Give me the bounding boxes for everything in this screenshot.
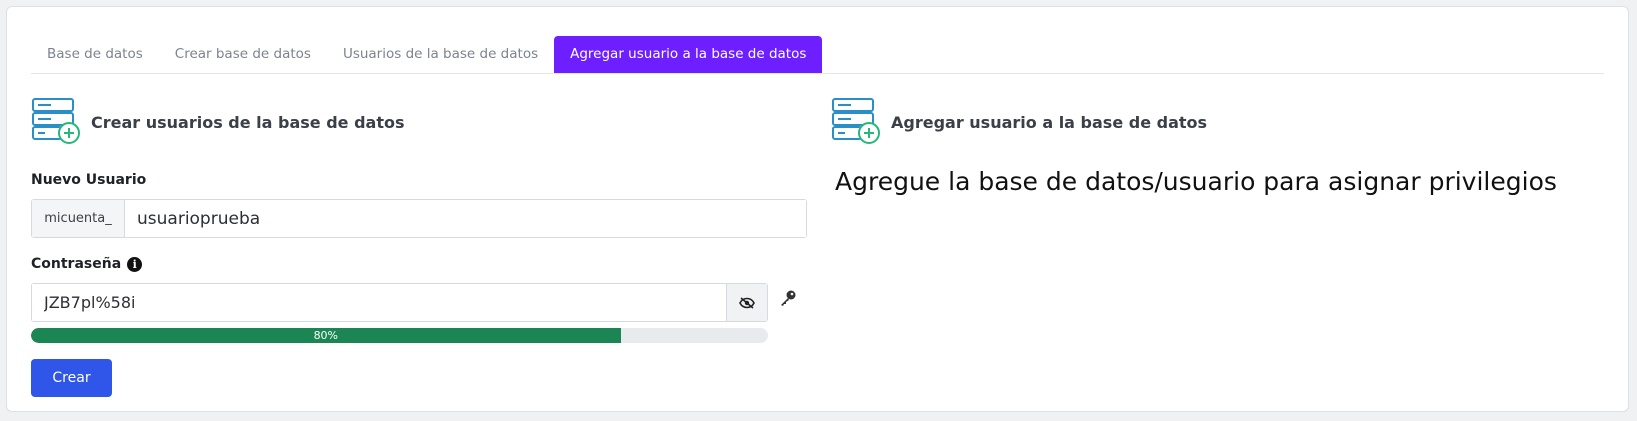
tab-agregar-usuario[interactable]: Agregar usuario a la base de datos [554, 36, 823, 73]
create-button[interactable]: Crear [31, 359, 112, 397]
create-user-section: Crear usuarios de la base de datos Nuevo… [31, 95, 813, 397]
section-title: Crear usuarios de la base de datos [91, 112, 405, 132]
add-user-section: Agregar usuario a la base de datos Agreg… [831, 95, 1613, 196]
username-prefix: micuenta_ [32, 200, 125, 237]
tab-bar: Base de datos Crear base de datos Usuari… [31, 29, 1604, 74]
tab-crear-base-de-datos[interactable]: Crear base de datos [159, 36, 327, 73]
info-icon[interactable]: i [127, 256, 143, 272]
generate-password-button[interactable] [779, 289, 799, 309]
eye-slash-icon [739, 296, 755, 309]
password-strength-bar: 80% [31, 328, 768, 343]
key-icon [781, 290, 796, 306]
password-label-row: Contraseña i [31, 256, 143, 272]
main-card: Base de datos Crear base de datos Usuari… [6, 6, 1629, 412]
section-title: Agregar usuario a la base de datos [891, 112, 1208, 132]
tab-usuarios-base-de-datos[interactable]: Usuarios de la base de datos [327, 36, 554, 73]
password-input[interactable] [32, 284, 726, 321]
password-strength-fill: 80% [31, 328, 621, 343]
database-add-icon [32, 98, 80, 144]
create-user-header: Crear usuarios de la base de datos [31, 95, 813, 149]
new-user-label: Nuevo Usuario [31, 172, 147, 188]
toggle-password-button[interactable] [726, 284, 767, 321]
assign-privileges-message: Agregue la base de datos/usuario para as… [835, 167, 1557, 196]
password-label: Contraseña [31, 256, 122, 272]
username-input-group: micuenta_ [31, 199, 807, 238]
add-user-header: Agregar usuario a la base de datos [831, 95, 1613, 149]
password-input-group [31, 283, 768, 322]
tab-base-de-datos[interactable]: Base de datos [31, 36, 159, 73]
username-input[interactable] [125, 200, 806, 237]
database-add-icon [832, 98, 880, 144]
